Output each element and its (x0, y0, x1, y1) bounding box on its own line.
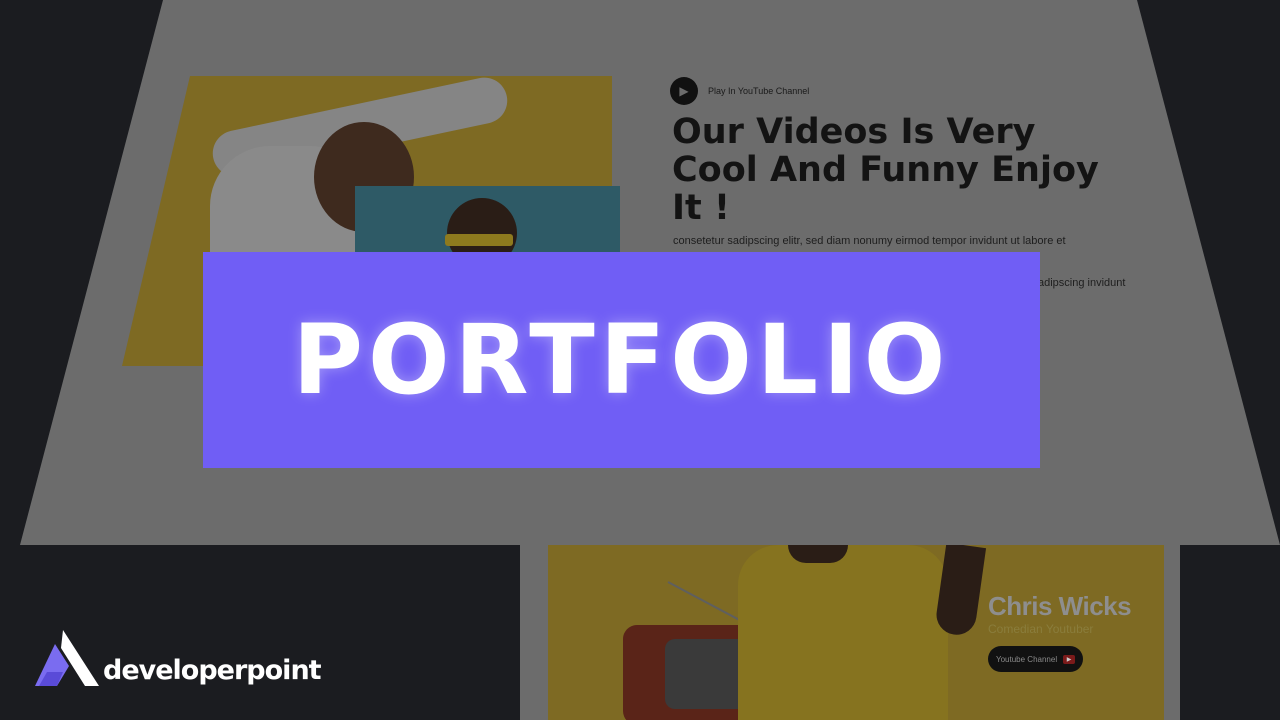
hero-name: Chris Wicks (988, 591, 1132, 621)
play-youtube-label: Play In YouTube Channel (708, 86, 810, 96)
person-raised-arm (933, 545, 987, 638)
mockup-photo-blue (355, 186, 620, 268)
person-neck (788, 545, 848, 563)
person-tshirt (738, 545, 948, 720)
mockup-paragraph-fragment: adipscing invidunt (1038, 277, 1126, 289)
person-glasses (445, 234, 513, 246)
youtube-channel-button[interactable]: Youtube Channel ▶ (988, 646, 1084, 672)
title-banner: PORTFOLIO (203, 252, 1040, 468)
tv-antenna (667, 581, 740, 621)
developerpoint-logo-icon (35, 630, 99, 686)
mockup-paragraph: consetetur sadipscing elitr, sed diam no… (673, 235, 1066, 247)
youtube-channel-button-label: Youtube Channel (996, 654, 1058, 664)
brand-logo[interactable]: developerpoint (33, 628, 322, 688)
brand-name: developerpoint (103, 655, 322, 686)
mockup-hero: Chris Wicks Comedian Youtuber Youtube Ch… (548, 545, 1164, 720)
thumbnail-canvas: ▶ Play In YouTube Channel Our Videos Is … (0, 0, 1280, 720)
banner-title: PORTFOLIO (292, 304, 951, 416)
hero-role: Comedian Youtuber (988, 622, 1094, 636)
youtube-icon: ▶ (1063, 654, 1076, 664)
play-icon[interactable]: ▶ (670, 77, 698, 105)
mockup-headline: Our Videos Is Very Cool And Funny Enjoy … (672, 112, 1099, 228)
play-youtube-row[interactable]: ▶ Play In YouTube Channel (670, 77, 809, 105)
